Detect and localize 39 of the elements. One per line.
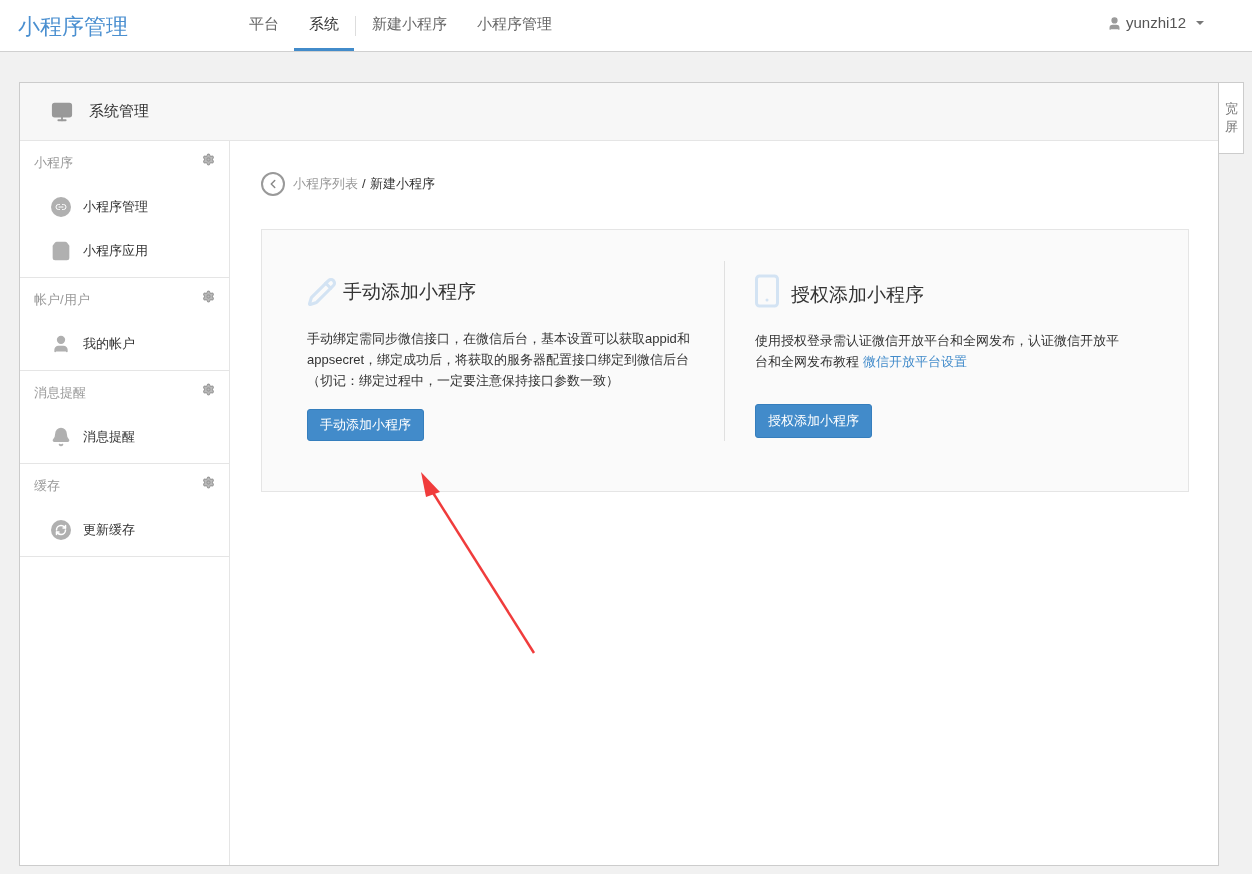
nav-tab[interactable]: 小程序管理: [462, 0, 567, 51]
user-icon: [51, 334, 71, 354]
bell-icon: [51, 427, 71, 447]
add-button[interactable]: 授权添加小程序: [755, 404, 872, 438]
option-title: 授权添加小程序: [791, 282, 924, 307]
sidebar-item[interactable]: 小程序管理: [20, 185, 229, 229]
settings-icon[interactable]: [202, 152, 215, 166]
sidebar-item[interactable]: 我的帐户: [20, 322, 229, 366]
option-description: 手动绑定需同步微信接口，在微信后台，基本设置可以获取appid和appsecret，绑定成功后，将获取的服务器配置接口绑定到微信后台（切记：绑定过程中，一定要注意保持接口参数一致）: [307, 329, 691, 390]
breadcrumb-current: 新建小程序: [369, 175, 435, 194]
panel-title: 系统管理: [89, 101, 149, 122]
pencil-icon: [307, 276, 337, 307]
settings-icon[interactable]: [202, 475, 215, 489]
option-description: 使用授权登录需认证微信开放平台和全网发布，认证微信开放平台和全网发布教程 微信开放平台设置: [755, 332, 1120, 371]
settings-icon[interactable]: [202, 382, 215, 396]
sidebar-item[interactable]: 消息提醒: [20, 415, 229, 459]
brand-title[interactable]: 小程序管理: [18, 10, 234, 51]
breadcrumb-separator: /: [362, 175, 366, 194]
settings-link[interactable]: 微信开放平台设置: [862, 354, 967, 369]
user-icon: [1106, 15, 1122, 31]
user-menu[interactable]: yunzhi12: [1106, 12, 1204, 35]
settings-icon[interactable]: [202, 289, 215, 303]
option-title: 手动添加小程序: [343, 280, 476, 305]
caret-icon: [1196, 21, 1204, 26]
sidebar-group-title: 小程序: [34, 154, 73, 173]
nav-tab[interactable]: 平台: [234, 0, 294, 51]
link-icon: [51, 197, 71, 217]
sidebar-group-title: 帐户/用户: [34, 291, 90, 310]
sidebar-item[interactable]: 小程序应用: [20, 229, 229, 273]
back-button[interactable]: [261, 172, 285, 196]
sidebar-group-title: 缓存: [34, 477, 60, 496]
wide-screen-toggle[interactable]: 宽屏: [1219, 82, 1244, 154]
sidebar-group-title: 消息提醒: [34, 384, 86, 403]
sidebar-item[interactable]: 更新缓存: [20, 508, 229, 552]
nav-tab[interactable]: 新建小程序: [357, 0, 462, 51]
nav-tab[interactable]: 系统: [294, 0, 354, 51]
add-button[interactable]: 手动添加小程序: [307, 408, 424, 441]
refresh-icon: [51, 520, 71, 540]
monitor-icon: [51, 100, 73, 123]
